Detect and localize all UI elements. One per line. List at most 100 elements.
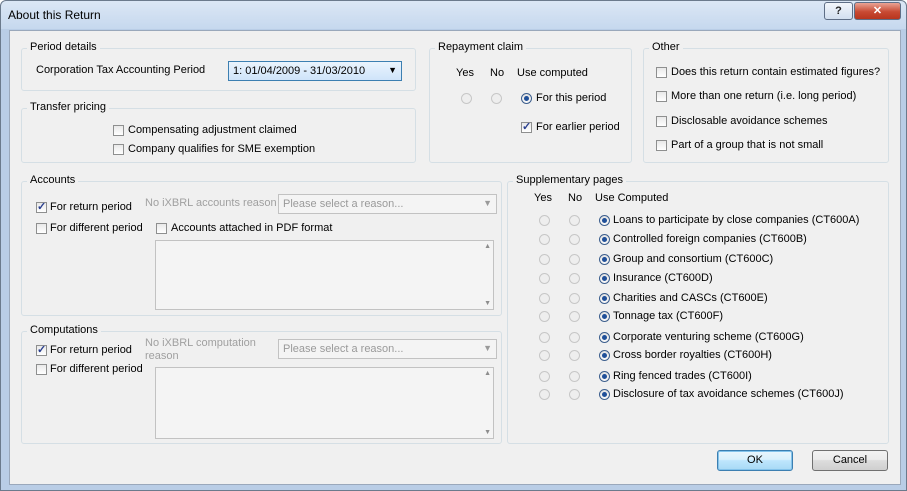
ct600c-label: Group and consortium (CT600C) bbox=[613, 253, 774, 265]
ct600h-yes-radio[interactable] bbox=[539, 350, 550, 361]
ct600d-no-radio[interactable] bbox=[569, 273, 580, 284]
ct600f-yes-radio[interactable] bbox=[539, 311, 550, 322]
repayment-use-header: Use computed bbox=[517, 67, 588, 79]
ct600e-no-radio[interactable] bbox=[569, 293, 580, 304]
scroll-down-icon[interactable]: ▼ bbox=[484, 429, 491, 436]
compensating-adjustment-checkbox[interactable] bbox=[113, 125, 124, 136]
ct600j-no-radio[interactable] bbox=[569, 389, 580, 400]
computations-reason-select[interactable]: Please select a reason... ▼ bbox=[278, 339, 497, 359]
accounting-period-label: Corporation Tax Accounting Period bbox=[36, 64, 206, 76]
computations-no-ixbrl-label-2: reason bbox=[145, 350, 179, 362]
sme-exemption-label: Company qualifies for SME exemption bbox=[128, 143, 316, 155]
repayment-use-computed-radio[interactable] bbox=[521, 93, 532, 104]
long-period-checkbox[interactable] bbox=[656, 91, 667, 102]
ct600h-label: Cross border royalties (CT600H) bbox=[613, 349, 772, 361]
long-period-label: More than one return (i.e. long period) bbox=[671, 90, 857, 102]
ct600j-yes-radio[interactable] bbox=[539, 389, 550, 400]
ok-button[interactable]: OK bbox=[717, 450, 793, 471]
ct600c-use-radio[interactable] bbox=[599, 254, 610, 265]
ct600j-label: Disclosure of tax avoidance schemes (CT6… bbox=[613, 388, 844, 400]
group-not-small-label: Part of a group that is not small bbox=[671, 139, 824, 151]
repayment-yes-radio[interactable] bbox=[461, 93, 472, 104]
repayment-claim-legend: Repayment claim bbox=[435, 41, 526, 53]
ct600h-no-radio[interactable] bbox=[569, 350, 580, 361]
ct600h-use-radio[interactable] bbox=[599, 350, 610, 361]
scroll-down-icon[interactable]: ▼ bbox=[484, 300, 491, 307]
cancel-button[interactable]: Cancel bbox=[812, 450, 888, 471]
repayment-claim-group: Repayment claim Yes No Use computed For … bbox=[429, 41, 632, 163]
ct600e-label: Charities and CASCs (CT600E) bbox=[613, 292, 768, 304]
ct600d-label: Insurance (CT600D) bbox=[613, 272, 713, 284]
accounts-pdf-list[interactable]: ▲ ▼ bbox=[155, 240, 494, 310]
scroll-up-icon[interactable]: ▲ bbox=[484, 243, 491, 250]
ct600b-label: Controlled foreign companies (CT600B) bbox=[613, 233, 807, 245]
title-bar[interactable]: About this Return ? ✕ bbox=[1, 1, 906, 29]
ct600d-yes-radio[interactable] bbox=[539, 273, 550, 284]
computations-file-list[interactable]: ▲ ▼ bbox=[155, 367, 494, 439]
group-not-small-checkbox[interactable] bbox=[656, 140, 667, 151]
for-this-period-label: For this period bbox=[536, 92, 607, 104]
other-group: Other Does this return contain estimated… bbox=[643, 41, 889, 163]
estimated-figures-checkbox[interactable] bbox=[656, 67, 667, 78]
repayment-no-header: No bbox=[490, 67, 505, 79]
ct600f-label: Tonnage tax (CT600F) bbox=[613, 310, 724, 322]
about-return-dialog: About this Return ? ✕ Period details Cor… bbox=[0, 0, 907, 491]
dialog-body: Period details Corporation Tax Accountin… bbox=[9, 30, 901, 485]
ct600b-use-radio[interactable] bbox=[599, 234, 610, 245]
other-legend: Other bbox=[649, 41, 683, 53]
accounts-group: Accounts For return period No iXBRL acco… bbox=[21, 174, 502, 316]
compensating-adjustment-label: Compensating adjustment claimed bbox=[128, 124, 297, 136]
accounts-reason-select[interactable]: Please select a reason... ▼ bbox=[278, 194, 497, 214]
accounts-return-period-checkbox[interactable] bbox=[36, 200, 47, 213]
repayment-no-radio[interactable] bbox=[491, 93, 502, 104]
accounting-period-select[interactable]: 1: 01/04/2009 - 31/03/2010 ▼ bbox=[228, 61, 402, 81]
chevron-down-icon: ▼ bbox=[483, 198, 492, 208]
chevron-down-icon: ▼ bbox=[388, 65, 397, 75]
computations-return-period-label: For return period bbox=[50, 344, 132, 356]
help-button[interactable]: ? bbox=[824, 2, 853, 20]
avoidance-schemes-label: Disclosable avoidance schemes bbox=[671, 115, 828, 127]
avoidance-schemes-checkbox[interactable] bbox=[656, 116, 667, 127]
ct600e-yes-radio[interactable] bbox=[539, 293, 550, 304]
estimated-figures-label: Does this return contain estimated figur… bbox=[671, 66, 881, 78]
ct600b-no-radio[interactable] bbox=[569, 234, 580, 245]
ct600g-no-radio[interactable] bbox=[569, 332, 580, 343]
computations-different-period-checkbox[interactable] bbox=[36, 364, 47, 375]
period-details-group: Period details Corporation Tax Accountin… bbox=[21, 41, 416, 91]
close-button[interactable]: ✕ bbox=[854, 2, 901, 20]
ct600a-no-radio[interactable] bbox=[569, 215, 580, 226]
supp-yes-header: Yes bbox=[534, 192, 552, 204]
ct600a-use-radio[interactable] bbox=[599, 215, 610, 226]
computations-reason-placeholder: Please select a reason... bbox=[283, 343, 404, 355]
computations-return-period-checkbox[interactable] bbox=[36, 343, 47, 356]
ct600g-yes-radio[interactable] bbox=[539, 332, 550, 343]
accounts-pdf-checkbox[interactable] bbox=[156, 223, 167, 234]
ct600f-no-radio[interactable] bbox=[569, 311, 580, 322]
accounts-different-period-checkbox[interactable] bbox=[36, 223, 47, 234]
ct600d-use-radio[interactable] bbox=[599, 273, 610, 284]
computations-no-ixbrl-label-1: No iXBRL computation bbox=[145, 337, 256, 349]
computations-group: Computations For return period No iXBRL … bbox=[21, 324, 502, 444]
computations-different-period-label: For different period bbox=[50, 363, 143, 375]
ct600j-use-radio[interactable] bbox=[599, 389, 610, 400]
transfer-pricing-legend: Transfer pricing bbox=[27, 101, 110, 113]
scroll-up-icon[interactable]: ▲ bbox=[484, 370, 491, 377]
repayment-yes-header: Yes bbox=[456, 67, 474, 79]
ct600i-use-radio[interactable] bbox=[599, 371, 610, 382]
ct600c-no-radio[interactable] bbox=[569, 254, 580, 265]
ct600f-use-radio[interactable] bbox=[599, 311, 610, 322]
ct600b-yes-radio[interactable] bbox=[539, 234, 550, 245]
ct600a-yes-radio[interactable] bbox=[539, 215, 550, 226]
window-title: About this Return bbox=[8, 8, 101, 22]
sme-exemption-checkbox[interactable] bbox=[113, 144, 124, 155]
ct600g-use-radio[interactable] bbox=[599, 332, 610, 343]
earlier-period-checkbox[interactable] bbox=[521, 120, 532, 133]
accounts-return-period-label: For return period bbox=[50, 201, 132, 213]
ct600e-use-radio[interactable] bbox=[599, 293, 610, 304]
supplementary-pages-group: Supplementary pages Yes No Use Computed … bbox=[507, 174, 889, 444]
supplementary-legend: Supplementary pages bbox=[513, 174, 627, 186]
accounting-period-value: 1: 01/04/2009 - 31/03/2010 bbox=[233, 65, 366, 77]
ct600i-yes-radio[interactable] bbox=[539, 371, 550, 382]
ct600i-no-radio[interactable] bbox=[569, 371, 580, 382]
ct600c-yes-radio[interactable] bbox=[539, 254, 550, 265]
